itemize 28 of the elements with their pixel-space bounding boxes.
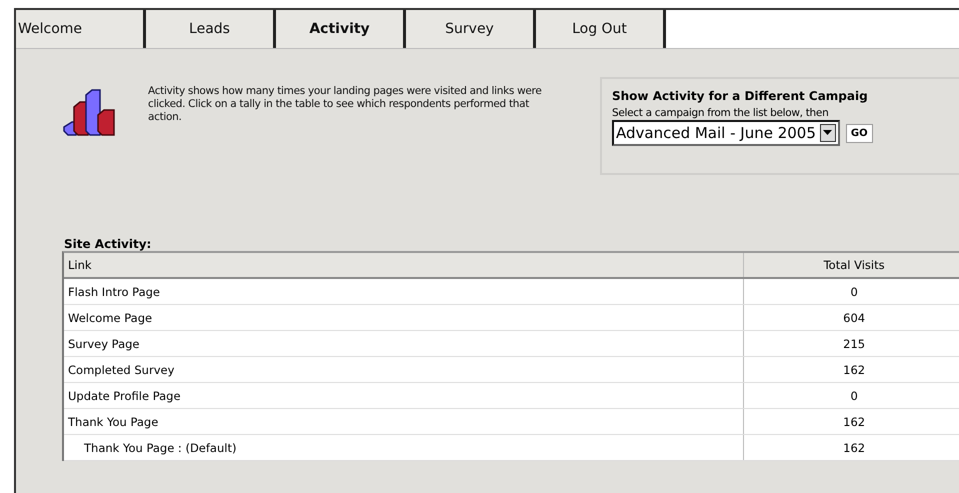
link-cell[interactable]: Survey Page: [64, 331, 744, 356]
panel-title: Show Activity for a Different Campaig: [612, 89, 869, 103]
bar-chart-icon: [62, 89, 118, 139]
link-cell[interactable]: Thank You Page: [64, 409, 744, 434]
section-title: Site Activity:: [63, 237, 152, 251]
instruction-text: Select a campaign from the list below, then: [612, 107, 830, 119]
intro-text: Activity shows how many times your landing pages were visited and links were clicked. Click on a tally in the table to see which respondents performed that action.: [148, 85, 542, 124]
column-header: Total Visits: [822, 257, 886, 274]
visits-count[interactable]: 604: [744, 305, 959, 330]
go-button[interactable]: GO: [846, 124, 873, 142]
tab[interactable]: Leads: [146, 10, 276, 48]
visits-count[interactable]: 162: [744, 409, 959, 434]
tab[interactable]: Log Out: [536, 10, 666, 48]
visits-count[interactable]: 0: [744, 279, 959, 304]
link-cell[interactable]: Completed Survey: [64, 357, 744, 382]
link-cell[interactable]: Update Profile Page: [64, 383, 744, 408]
tab[interactable]: Activity: [276, 10, 406, 48]
visits-count[interactable]: 215: [744, 331, 959, 356]
tab[interactable]: Survey: [406, 10, 536, 48]
tab[interactable]: Welcome: [16, 10, 146, 48]
visits-count[interactable]: 162: [744, 357, 959, 382]
column-header: Link: [64, 253, 744, 277]
link-cell[interactable]: Welcome Page: [64, 305, 744, 330]
visits-count[interactable]: 0: [744, 383, 959, 408]
link-cell[interactable]: Thank You Page : (Default): [64, 435, 744, 460]
visits-count[interactable]: 162: [744, 435, 959, 460]
link-cell[interactable]: Flash Intro Page: [64, 279, 744, 304]
campaign-select[interactable]: Advanced Mail - June 2005: [612, 120, 840, 146]
